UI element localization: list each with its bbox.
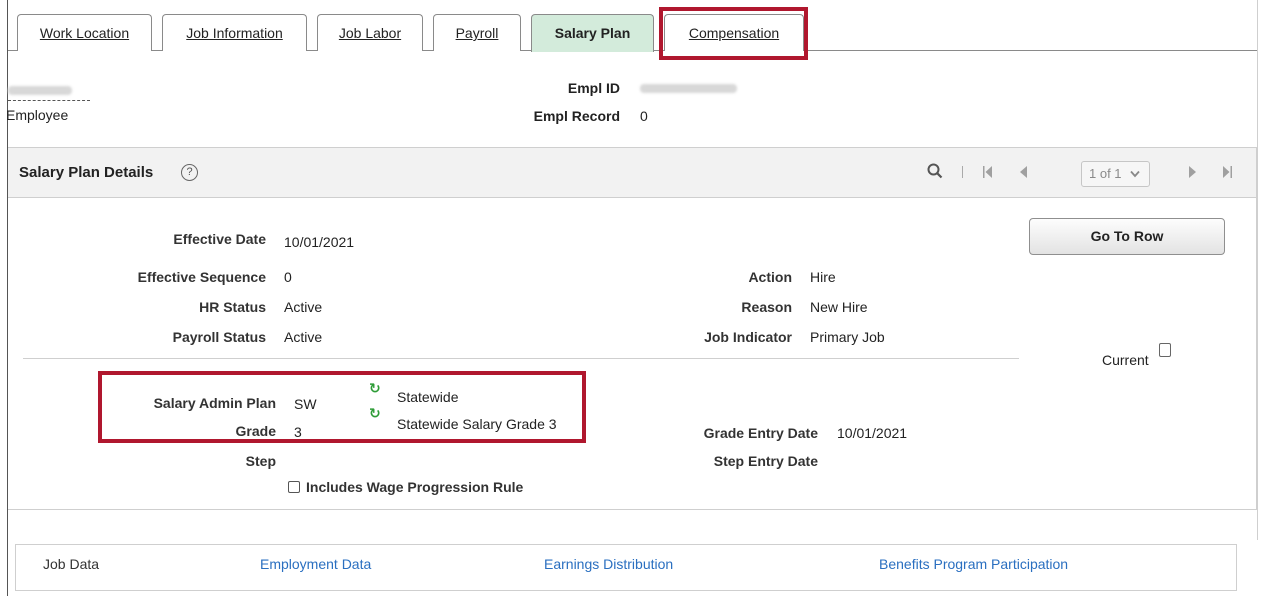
panel-title: Salary Plan Details (19, 164, 154, 181)
first-row-icon[interactable] (983, 166, 993, 178)
action-value: Hire (810, 269, 836, 285)
effective-sequence-label: Effective Sequence (137, 269, 266, 285)
tab-job-labor[interactable]: Job Labor (317, 14, 423, 51)
effective-date-label: Effective Date (173, 231, 266, 247)
hr-status-label: HR Status (199, 299, 266, 315)
payroll-status-label: Payroll Status (172, 329, 266, 345)
tab-payroll[interactable]: Payroll (433, 14, 521, 51)
row-pager-select[interactable]: 1 of 1 (1081, 161, 1150, 187)
panel-header: Salary Plan Details ? 1 of 1 (8, 148, 1256, 198)
search-icon[interactable] (927, 163, 943, 179)
chevron-down-icon (1130, 170, 1140, 178)
empl-record-label: Empl Record (533, 108, 620, 124)
empl-id-label: Empl ID (567, 80, 620, 96)
reason-label: Reason (741, 299, 792, 315)
effective-date-value: 10/01/2021 (284, 234, 355, 250)
current-indicator-icon (1159, 343, 1171, 357)
step-entry-date-label: Step Entry Date (713, 453, 818, 469)
empl-record-value: 0 (640, 108, 648, 124)
footer-job-data: Job Data (43, 556, 100, 572)
wage-progression-checkbox[interactable] (288, 481, 300, 493)
employment-data-link[interactable]: Employment Data (260, 556, 371, 572)
hr-status-value: Active (284, 299, 323, 315)
compensation-tab-highlight (659, 7, 808, 60)
job-indicator-label: Job Indicator (704, 329, 792, 345)
reason-value: New Hire (810, 299, 868, 315)
tab-work-location[interactable]: Work Location (17, 14, 152, 51)
employee-name-redacted (8, 86, 72, 95)
help-icon[interactable]: ? (181, 164, 198, 181)
go-to-row-button[interactable]: Go To Row (1029, 218, 1225, 255)
employee-label: Employee (6, 107, 69, 123)
page-right-border (1257, 0, 1258, 540)
benefits-program-participation-link[interactable]: Benefits Program Participation (879, 556, 1068, 572)
tab-salary-plan[interactable]: Salary Plan (531, 14, 654, 52)
current-label: Current (1102, 352, 1149, 368)
empl-id-value-redacted (640, 84, 737, 93)
effective-sequence-value: 0 (284, 269, 292, 285)
payroll-status-value: Active (284, 329, 323, 345)
previous-row-icon[interactable] (1020, 166, 1028, 178)
action-label: Action (748, 269, 792, 285)
section-divider (23, 358, 1019, 359)
separator-icon (962, 166, 963, 178)
job-indicator-value: Primary Job (810, 329, 885, 345)
next-row-icon[interactable] (1188, 166, 1196, 178)
grade-entry-date-label: Grade Entry Date (703, 425, 818, 441)
last-row-icon[interactable] (1222, 166, 1232, 178)
tab-job-information[interactable]: Job Information (162, 14, 307, 51)
pager-text: 1 of 1 (1089, 166, 1122, 181)
step-label: Step (245, 453, 276, 469)
wage-progression-label: Includes Wage Progression Rule (306, 479, 524, 495)
earnings-distribution-link[interactable]: Earnings Distribution (544, 556, 673, 572)
salary-plan-grade-highlight (98, 371, 586, 443)
grade-entry-date-value: 10/01/2021 (837, 425, 908, 441)
employee-name-underline (8, 100, 90, 101)
